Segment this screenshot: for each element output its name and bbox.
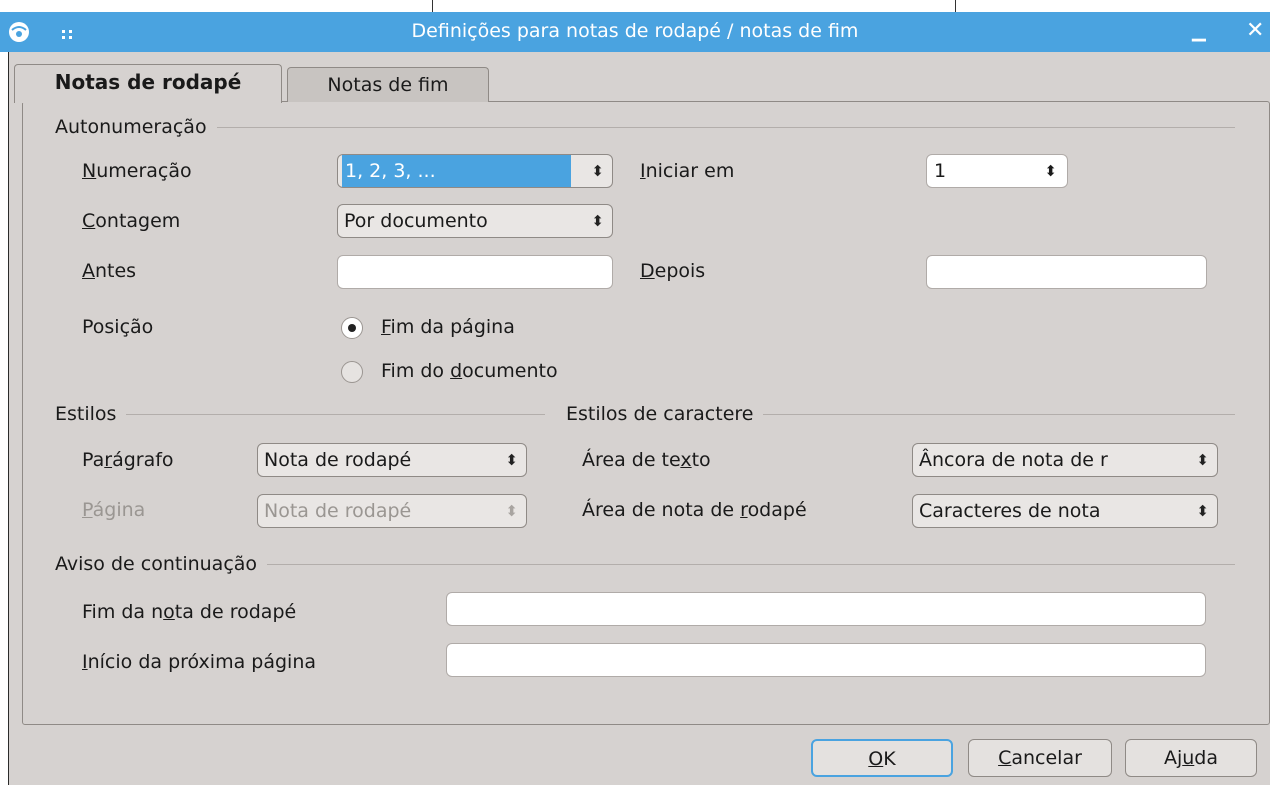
section-title: Aviso de continuação xyxy=(55,553,258,575)
section-title: Autonumeração xyxy=(55,116,207,138)
start-at-spinbox[interactable]: 1 ⬍ xyxy=(926,154,1068,188)
paragraph-label: Parágrafo xyxy=(82,449,174,471)
autonumbering-section: Autonumeração xyxy=(55,116,1235,138)
text-area-style-value: Âncora de nota de r xyxy=(919,449,1108,471)
numbering-select[interactable]: 1, 2, 3, ... ⬍ xyxy=(337,154,613,188)
up-down-arrows-icon: ⬍ xyxy=(1196,451,1209,469)
up-down-arrows-icon: ⬍ xyxy=(591,212,604,230)
minimize-icon[interactable]: ▁ xyxy=(1192,12,1206,52)
tab-endnotes[interactable]: Notas de fim xyxy=(287,67,489,102)
page-style-value: Nota de rodapé xyxy=(264,500,412,522)
up-down-arrows-icon: ⬍ xyxy=(505,502,518,520)
paragraph-style-select[interactable]: Nota de rodapé ⬍ xyxy=(257,443,527,477)
char-styles-section: Estilos de caractere xyxy=(566,403,1235,425)
start-next-page-label: Início da próxima página xyxy=(82,651,316,673)
up-down-arrows-icon: ⬍ xyxy=(591,162,604,180)
before-label: Antes xyxy=(82,260,137,282)
text-area-label: Área de texto xyxy=(582,449,711,471)
radio-end-of-document[interactable] xyxy=(341,361,363,383)
continuation-section: Aviso de continuação xyxy=(55,553,1235,575)
counting-label: Contagem xyxy=(82,210,181,232)
section-title: Estilos xyxy=(55,403,117,425)
up-down-arrows-icon: ⬍ xyxy=(1196,502,1209,520)
numbering-value: 1, 2, 3, ... xyxy=(342,155,571,187)
end-of-page-label[interactable]: Fim da página xyxy=(381,316,515,338)
after-input[interactable] xyxy=(926,255,1207,289)
numbering-label: Numeração xyxy=(82,160,192,182)
footnote-area-label: Área de nota de rodapé xyxy=(582,499,807,521)
page-style-label: Página xyxy=(82,499,146,521)
start-at-label: Iniciar em xyxy=(640,160,735,182)
up-down-arrows-icon: ⬍ xyxy=(505,451,518,469)
title-bar[interactable]: Definições para notas de rodapé / notas … xyxy=(0,12,1270,52)
background-window-edge xyxy=(0,0,1270,12)
position-label: Posição xyxy=(82,316,154,338)
counting-value: Por documento xyxy=(344,210,488,232)
end-of-document-label[interactable]: Fim do documento xyxy=(381,360,558,382)
footnote-area-style-select[interactable]: Caracteres de nota ⬍ xyxy=(912,494,1218,528)
divider xyxy=(432,0,433,12)
window-title: Definições para notas de rodapé / notas … xyxy=(411,20,859,42)
tab-footnotes[interactable]: Notas de rodapé xyxy=(14,64,282,103)
after-label: Depois xyxy=(640,260,706,282)
start-next-page-input[interactable] xyxy=(446,643,1206,677)
ok-button[interactable]: OK xyxy=(811,739,953,777)
close-icon[interactable]: ✕ xyxy=(1246,12,1264,50)
end-of-footnote-input[interactable] xyxy=(446,592,1206,626)
footnote-area-style-value: Caracteres de nota xyxy=(919,500,1101,522)
up-down-arrows-icon[interactable]: ⬍ xyxy=(1044,155,1057,187)
section-title: Estilos de caractere xyxy=(566,403,754,425)
cancel-button[interactable]: Cancelar xyxy=(968,739,1112,777)
radio-end-of-page[interactable] xyxy=(341,317,363,339)
paragraph-style-value: Nota de rodapé xyxy=(264,449,412,471)
before-input[interactable] xyxy=(337,255,613,289)
start-at-value: 1 xyxy=(934,160,947,182)
styles-section: Estilos xyxy=(55,403,545,425)
page-style-select: Nota de rodapé ⬍ xyxy=(257,494,527,528)
divider xyxy=(955,0,956,12)
end-of-footnote-label: Fim da nota de rodapé xyxy=(82,601,297,623)
help-button[interactable]: Ajuda xyxy=(1125,739,1257,777)
counting-select[interactable]: Por documento ⬍ xyxy=(337,204,613,238)
text-area-style-select[interactable]: Âncora de nota de r ⬍ xyxy=(912,443,1218,477)
